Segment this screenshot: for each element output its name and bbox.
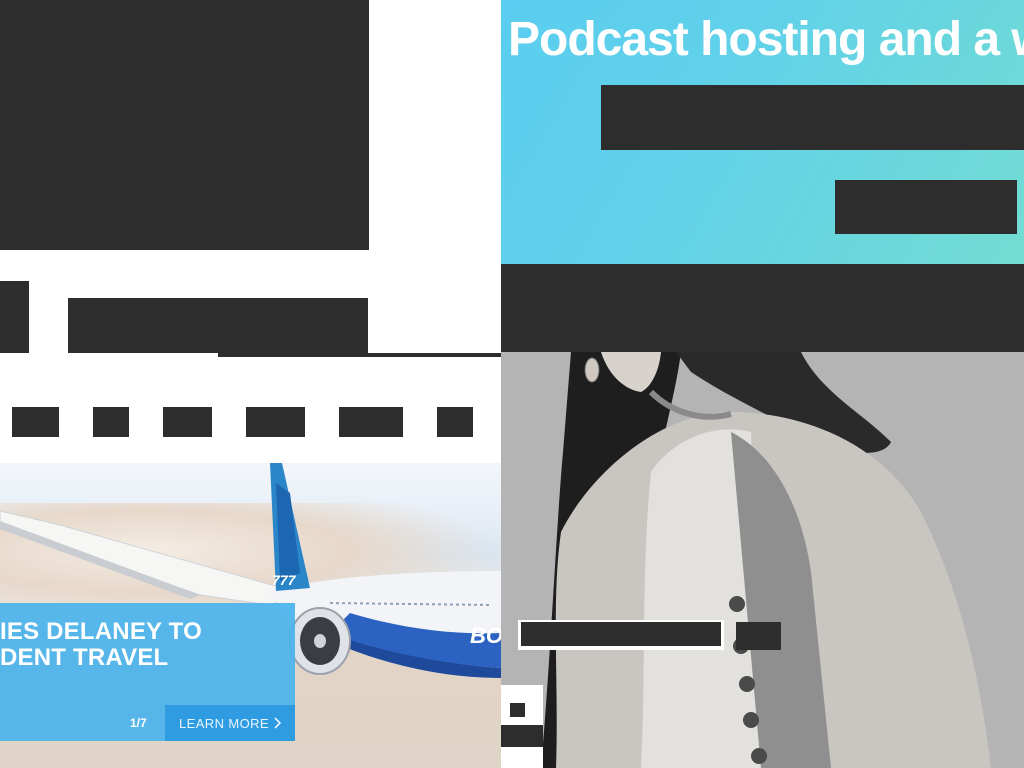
redacted-photo-tag (736, 622, 781, 650)
left-column: 777 BO IES DELANEY TO DENT TRAVEL 1/7 LE… (0, 0, 501, 768)
podcast-hosting-banner: Podcast hosting and a w (501, 0, 1024, 264)
hero-headline[interactable]: IES DELANEY TO DENT TRAVEL (0, 619, 295, 671)
nav-item-4[interactable] (246, 407, 305, 437)
redacted-logo-block (0, 0, 369, 250)
portrait-photo-illustration (501, 352, 1024, 768)
redacted-card-text (501, 725, 543, 747)
nav-item-2[interactable] (93, 407, 129, 437)
nav-item-6[interactable] (437, 407, 473, 437)
nav-item-5[interactable] (339, 407, 403, 437)
redacted-site-title (68, 298, 368, 353)
featured-photo[interactable] (501, 352, 1024, 768)
nav-item-1[interactable] (12, 407, 59, 437)
hero-caption-panel: IES DELANEY TO DENT TRAVEL 1/7 LEARN MOR… (0, 603, 295, 741)
banner-title: Podcast hosting and a w (508, 13, 1024, 66)
side-card (501, 685, 543, 768)
redacted-banner-button[interactable] (835, 180, 1017, 234)
learn-more-button[interactable]: LEARN MORE (165, 705, 295, 741)
nav-item-3[interactable] (163, 407, 212, 437)
fuselage-label: BO (470, 623, 501, 648)
redacted-banner-subtitle (601, 85, 1024, 150)
chevron-right-icon (274, 717, 281, 729)
redacted-nav-mark (0, 281, 29, 353)
learn-more-label: LEARN MORE (179, 715, 269, 731)
redacted-photo-label (521, 622, 721, 646)
redacted-header-strip (501, 264, 1024, 352)
redacted-divider (218, 353, 501, 357)
redacted-card-icon (510, 703, 525, 717)
carousel-counter: 1/7 (130, 716, 147, 730)
tail-label: 777 (272, 572, 297, 588)
